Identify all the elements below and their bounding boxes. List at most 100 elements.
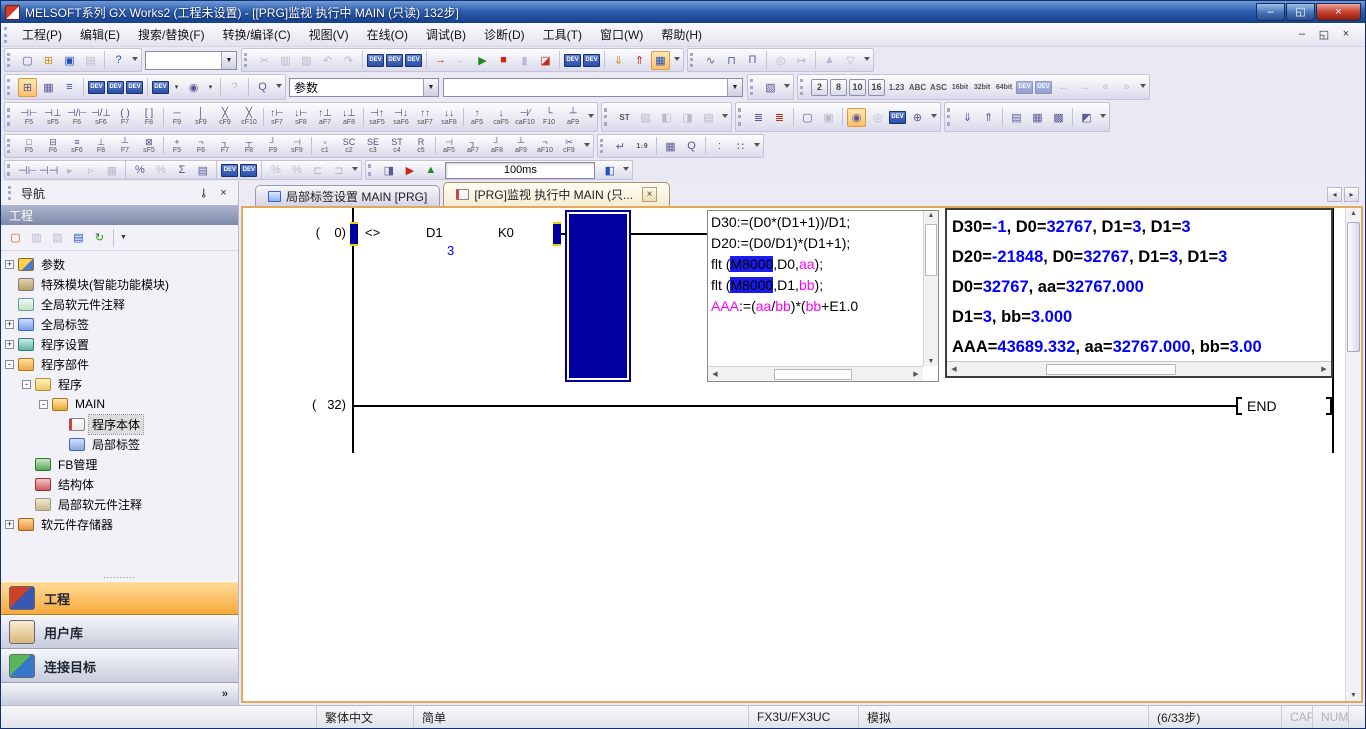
menu-find-replace[interactable]: 搜索/替换(F) (129, 23, 214, 46)
paste-icon[interactable]: ▧ (297, 51, 316, 70)
separator[interactable] (426, 51, 427, 69)
tab-local-label-setting[interactable]: 局部标签设置 MAIN [PRG] (255, 185, 440, 206)
display-ascii-icon[interactable]: ABC (908, 78, 927, 97)
find-replace-icon[interactable]: Q (682, 137, 701, 156)
scroll-left-icon[interactable]: ◀ (708, 370, 722, 378)
dropdown-arrow-icon[interactable]: ▾ (205, 78, 216, 97)
separator[interactable] (766, 51, 767, 69)
display-hex-icon[interactable]: 16 (868, 79, 885, 96)
device-skip-back-icon[interactable]: DEV (1035, 81, 1052, 94)
device-monitor-start-icon[interactable]: DEV (583, 54, 600, 67)
zoom-icon[interactable]: ⊕ (908, 108, 927, 127)
falling-pulse-close-branch-button[interactable]: ↓↓ saF8 (438, 103, 461, 131)
scroll-down-icon[interactable]: ▼ (924, 358, 938, 365)
monitor-mode-icon[interactable]: ◉ (847, 108, 866, 127)
separator[interactable] (362, 103, 365, 131)
rising-pulse-close-branch-button[interactable]: ↑↑ saF7 (414, 103, 437, 131)
fbd-corner-button[interactable]: ┐ aF7 (462, 135, 485, 157)
menu-edit[interactable]: 编辑(E) (71, 23, 129, 46)
st-element-button[interactable]: ST c4 (386, 135, 409, 157)
fbd-input-button[interactable]: ┴ F7 (114, 135, 137, 157)
delete-horizontal-line-button[interactable]: ╳ cF9 (214, 103, 237, 131)
display-16bit-icon[interactable]: 16bit (950, 78, 970, 97)
display-ascii-string-icon[interactable]: ASC (929, 78, 948, 97)
mdi-close-button[interactable]: × (1339, 28, 1353, 41)
fbd-line-button[interactable]: ¬ aF10 (534, 135, 557, 157)
copy-icon[interactable]: ▥ (276, 51, 295, 70)
scroll-right-icon[interactable]: ▶ (1317, 365, 1331, 373)
device-skip-icon[interactable]: DEV (1016, 81, 1033, 94)
closed-contact-button[interactable]: ⊣/⊢ F6 (66, 103, 89, 131)
open-project-icon[interactable]: ⊞ (39, 51, 58, 70)
tree-item-parameter[interactable]: + 参数 (1, 254, 238, 274)
st-block-input-bar[interactable] (553, 222, 561, 246)
paste-data-icon[interactable]: ▧ (48, 228, 67, 247)
separator[interactable] (162, 103, 165, 131)
tree-expander-icon[interactable] (22, 500, 31, 509)
cross-reference-icon[interactable]: % (130, 161, 149, 180)
tree-item-global-label[interactable]: + 全局标签 (1, 314, 238, 334)
device-comment-edit-icon[interactable]: ▧ (636, 108, 655, 127)
scroll-right-icon[interactable]: ▶ (909, 370, 923, 378)
pulse-execution-icon[interactable]: Π (743, 51, 762, 70)
project-tree-toggle-icon[interactable]: ⊞ (18, 78, 37, 97)
separator[interactable] (262, 103, 265, 131)
panel-close-icon[interactable]: × (215, 185, 232, 201)
editor-vertical-scrollbar[interactable]: ▲ ▼ (1345, 208, 1361, 701)
device-batch-monitor-icon[interactable]: ◪ (536, 51, 555, 70)
tree-expander-icon[interactable]: + (5, 320, 14, 329)
menu-debug[interactable]: 调试(B) (417, 23, 475, 46)
new-data-icon[interactable]: ▢ (6, 228, 25, 247)
comment-upload-icon[interactable]: ⇑ (630, 51, 649, 70)
data-name-combobox[interactable]: ▼ (443, 78, 743, 97)
separator[interactable] (434, 135, 437, 157)
pin-icon[interactable]: ⊸ (196, 185, 213, 201)
ladder-monitor-icon[interactable]: ▦ (651, 51, 670, 70)
separator[interactable] (125, 161, 126, 179)
separator[interactable] (310, 135, 313, 157)
inline-st-code-box[interactable]: D30:=(D0*(D1+1))/D1;D20:=(D0/D1)*(D1+1);… (707, 210, 939, 382)
tree-expander-icon[interactable] (5, 300, 14, 309)
note-edit-icon[interactable]: ◨ (678, 108, 697, 127)
tree-item-main[interactable]: - MAIN (1, 394, 238, 414)
nav-button-project[interactable]: 工程 (1, 581, 238, 615)
menu-convert-compile[interactable]: 转换/编译(C) (214, 23, 300, 46)
label-monitor-stop-icon[interactable]: ▽ (841, 51, 860, 70)
device-comment-icon[interactable]: DEV (88, 81, 105, 94)
tree-expander-icon[interactable] (22, 480, 31, 489)
line-left-button[interactable]: ⊣ sF9 (286, 135, 309, 157)
tab-scroll-right-icon[interactable]: ▸ (1344, 187, 1359, 202)
horizontal-line-button[interactable]: ─ F9 (166, 103, 189, 131)
device-test-pulse-icon[interactable]: ⊓ (722, 51, 741, 70)
scroll-down-icon[interactable]: ▼ (1346, 692, 1361, 699)
data-kind-combobox[interactable]: 参数 ▼ (289, 78, 439, 97)
cut-line-button[interactable]: ✂ cF9 (558, 135, 581, 157)
fbd-box-button[interactable]: □ F5 (18, 135, 41, 157)
separator[interactable] (842, 108, 843, 126)
insert-row-below-icon[interactable]: ⇓ (958, 108, 977, 127)
monitor-pause-icon[interactable]: ▮ (515, 51, 534, 70)
tree-item-local-label[interactable]: 局部标签 (1, 434, 238, 454)
tab-scroll-left-icon[interactable]: ◂ (1327, 187, 1342, 202)
r-element-button[interactable]: R c5 (410, 135, 433, 157)
fbd-contact-button[interactable]: ⊣ aF5 (438, 135, 461, 157)
intelligent-monitor-icon[interactable]: % (287, 161, 306, 180)
redo-icon[interactable]: ↷ (339, 51, 358, 70)
new-project-icon[interactable]: ▢ (18, 51, 37, 70)
insert-row-above-icon[interactable]: ⇑ (979, 108, 998, 127)
device-test-wave-icon[interactable]: ∿ (701, 51, 720, 70)
separator[interactable] (162, 135, 165, 157)
grid-find-icon[interactable]: ▦ (661, 137, 680, 156)
list-expand-icon[interactable]: ≣ (770, 108, 789, 127)
separator[interactable] (220, 78, 221, 96)
tree-item-program[interactable]: - 程序 (1, 374, 238, 394)
window-tile-icon[interactable]: ▤ (1007, 108, 1026, 127)
pulse-conversion-button[interactable]: ↓ caF5 (490, 103, 513, 131)
local-device-icon[interactable]: ⊏ (308, 161, 327, 180)
tab-close-icon[interactable]: × (642, 187, 657, 202)
device-batch-icon[interactable]: DEV (126, 81, 143, 94)
panel-splitter-handle[interactable]: .......... (1, 572, 238, 581)
sort-filter-icon[interactable]: ▼ (118, 228, 129, 247)
plc-verify-icon[interactable]: DEV (405, 54, 422, 67)
tree-expander-icon[interactable]: + (5, 260, 14, 269)
